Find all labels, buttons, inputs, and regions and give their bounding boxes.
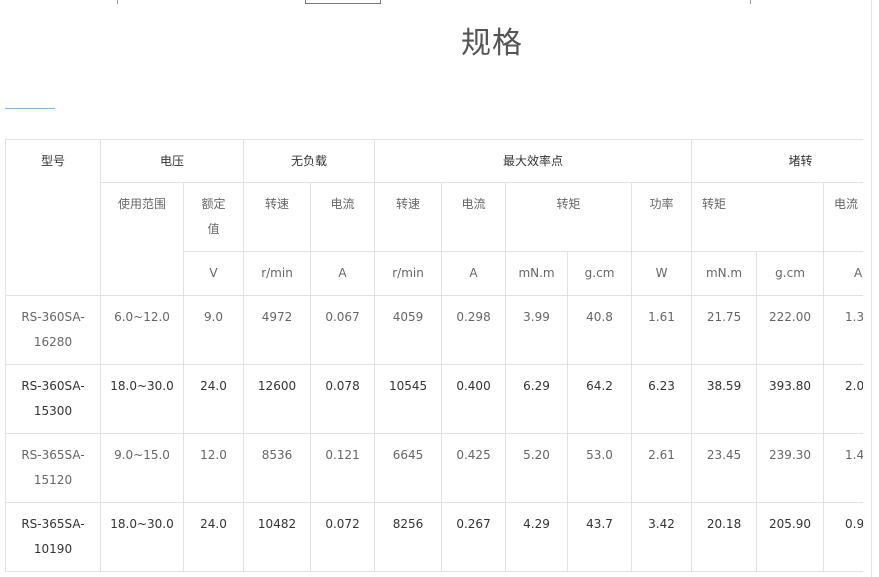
cell-eff-torque-mnm: 5.20 [505,433,569,503]
cell-model: RS-360SA-16280 [5,295,101,365]
cell-voltage-range: 6.0~12.0 [100,295,184,365]
cell-eff-torque-mnm: 4.29 [505,502,569,572]
content-edge-line [871,0,872,577]
cell-eff-power: 3.42 [631,502,693,572]
cell-stall-torque-gcm: 222.00 [756,295,825,365]
cell-eff-torque-gcm: 40.8 [567,295,633,365]
cell-no-load-speed: 10482 [243,502,312,572]
cell-no-load-speed: 12600 [243,364,312,434]
unit-stall-torque-mnm: mN.m [691,251,758,296]
cell-stall-torque-gcm: 205.90 [756,502,825,572]
subheader-voltage-rated: 额定值 [182,182,245,252]
cell-no-load-speed: 8536 [243,433,312,503]
cell-eff-power: 6.23 [631,364,693,434]
subheader-eff-speed: 转速 [374,182,443,252]
unit-eff-speed: r/min [374,251,443,296]
cell-stall-torque-mnm: 20.18 [691,502,758,572]
cell-model: RS-365SA-10190 [5,502,101,572]
cell-eff-torque-gcm: 64.2 [567,364,633,434]
subheader-no-load-current: 电流 [310,182,376,252]
cell-eff-current: 0.425 [441,433,507,503]
cell-no-load-current: 0.072 [310,502,376,572]
cell-stall-torque-gcm: 239.30 [756,433,825,503]
table-header-row-sub: 使用范围 额定值 转速 电流 转速 电流 转矩 功率 转矩 电流 [6,182,863,296]
header-model: 型号 [5,139,101,296]
cell-voltage-rated: 24.0 [182,364,245,434]
cell-stall-torque-mnm: 21.75 [691,295,758,365]
cell-model: RS-365SA-15120 [5,433,101,503]
cell-stall-torque-gcm: 393.80 [756,364,825,434]
cell-no-load-current: 0.121 [310,433,376,503]
table-row: RS-360SA-15300 18.0~30.0 24.0 12600 0.07… [5,364,863,434]
unit-eff-current: A [441,251,507,296]
subheader-no-load-speed: 转速 [243,182,312,252]
cell-eff-torque-gcm: 43.7 [567,502,633,572]
cell-eff-power: 1.61 [631,295,693,365]
cell-voltage-rated: 24.0 [182,502,245,572]
cell-stall-current: 1.49 [823,433,863,503]
header-voltage: 电压 [99,139,245,183]
page-title: 规格 [461,26,523,61]
subheader-stall-current: 电流 [823,182,863,252]
cell-eff-speed: 6645 [374,433,443,503]
cell-stall-torque-mnm: 23.45 [691,433,758,503]
header-max-efficiency: 最大效率点 [374,139,693,183]
spec-table: 型号 电压 无负载 最大效率点 堵转 使用范围 额定值 转速 电流 转速 电流 … [5,139,863,572]
cell-eff-current: 0.400 [441,364,507,434]
subheader-eff-torque: 转矩 [505,182,633,252]
cell-no-load-current: 0.067 [310,295,376,365]
cell-eff-speed: 10545 [374,364,443,434]
cell-eff-torque-mnm: 6.29 [505,364,569,434]
cell-stall-current: 2.05 [823,364,863,434]
cell-eff-speed: 4059 [374,295,443,365]
spec-table-container[interactable]: 型号 电压 无负载 最大效率点 堵转 使用范围 额定值 转速 电流 转速 电流 … [5,139,863,577]
cell-eff-torque-gcm: 53.0 [567,433,633,503]
previous-section-edge [117,0,118,4]
cell-voltage-range: 18.0~30.0 [100,502,184,572]
cell-eff-current: 0.267 [441,502,507,572]
table-header-row-groups: 型号 电压 无负载 最大效率点 堵转 [5,139,863,296]
cell-no-load-speed: 4972 [243,295,312,365]
unit-no-load-speed: r/min [243,251,312,296]
unit-eff-power: W [631,251,693,296]
unit-stall-current: A [823,251,863,296]
title-accent-line [5,108,55,109]
subheader-eff-power: 功率 [631,182,693,252]
unit-voltage-rated: V [182,251,245,296]
cell-stall-current: 1.32 [823,295,863,365]
subheader-eff-current: 电流 [441,182,507,252]
cell-stall-current: 0.99 [823,502,863,572]
cell-stall-torque-mnm: 38.59 [691,364,758,434]
unit-no-load-current: A [310,251,376,296]
cell-model: RS-360SA-15300 [5,364,101,434]
subheader-stall-torque: 转矩 [691,182,825,252]
table-row: RS-365SA-10190 18.0~30.0 24.0 10482 0.07… [5,502,863,572]
unit-eff-torque-gcm: g.cm [567,251,633,296]
header-no-load: 无负载 [243,139,376,183]
cell-voltage-range: 9.0~15.0 [100,433,184,503]
unit-stall-torque-gcm: g.cm [756,251,825,296]
cell-eff-power: 2.61 [631,433,693,503]
cell-voltage-rated: 9.0 [182,295,245,365]
cell-voltage-rated: 12.0 [182,433,245,503]
previous-section-slider-handle[interactable] [305,0,381,4]
table-row: RS-365SA-15120 9.0~15.0 12.0 8536 0.121 … [5,433,863,503]
table-row: RS-360SA-16280 6.0~12.0 9.0 4972 0.067 4… [5,295,863,365]
header-stall: 堵转 [691,139,863,183]
cell-eff-torque-mnm: 3.99 [505,295,569,365]
unit-eff-torque-mnm: mN.m [505,251,569,296]
subheader-voltage-range: 使用范围 [100,182,184,296]
cell-voltage-range: 18.0~30.0 [100,364,184,434]
cell-eff-current: 0.298 [441,295,507,365]
previous-section-edge [750,0,751,4]
spec-page: 规格 型号 电压 无负载 最大效率点 堵转 使用范围 额定值 转速 电流 转速 … [0,0,879,577]
cell-eff-speed: 8256 [374,502,443,572]
cell-no-load-current: 0.078 [310,364,376,434]
